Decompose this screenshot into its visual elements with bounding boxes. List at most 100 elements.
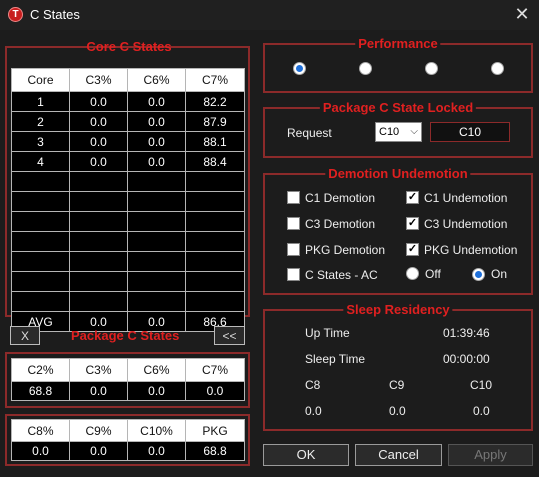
x-button[interactable]: X (10, 326, 40, 345)
value-cell: 0.0 (185, 381, 245, 401)
c10-header: C10 (470, 378, 493, 392)
c7-cell: 82.2 (185, 91, 245, 112)
window-title: C States (30, 7, 80, 22)
c3-cell: 0.0 (69, 91, 128, 112)
apply-button[interactable]: Apply (448, 444, 533, 466)
c3-undemotion-label: C3 Undemotion (424, 217, 508, 231)
c9-value: 0.0 (389, 404, 406, 418)
package-c-states-title: Package C States (71, 328, 180, 343)
c10-value: 0.0 (473, 404, 490, 418)
package-c-state-locked-title: Package C State Locked (319, 101, 477, 115)
performance-radio-4[interactable] (491, 62, 504, 75)
c8-value: 0.0 (305, 404, 322, 418)
pkg-undemotion-checkbox[interactable]: ✓ (406, 243, 419, 256)
c1-demotion-checkbox[interactable] (287, 191, 300, 204)
value-cell: 0.0 (69, 441, 128, 461)
c6-cell: 0.0 (127, 131, 186, 152)
c3-demotion-checkbox[interactable] (287, 217, 300, 230)
value-cell: 0.0 (127, 441, 186, 461)
c3-undemotion-checkbox[interactable]: ✓ (406, 217, 419, 230)
package-table-2: C8% C9% C10% PKG 0.0 0.0 0.0 68.8 (11, 419, 245, 461)
table-row: 3 0.0 0.0 88.1 (11, 131, 245, 152)
c7-cell: 88.1 (185, 131, 245, 152)
c3-cell: 0.0 (69, 131, 128, 152)
value-cell: 68.8 (11, 381, 70, 401)
up-time-label: Up Time (305, 326, 350, 340)
value-cell: 0.0 (127, 381, 186, 401)
table-row: 2 0.0 0.0 87.9 (11, 111, 245, 132)
pkg-demotion-checkbox[interactable] (287, 243, 300, 256)
ok-button[interactable]: OK (263, 444, 349, 466)
table-row: 68.8 0.0 0.0 0.0 (11, 381, 245, 401)
core-id-cell: 4 (11, 151, 70, 172)
empty-row (11, 211, 245, 232)
c7-cell: 88.4 (185, 151, 245, 172)
column-header: C6% (127, 358, 186, 382)
performance-title: Performance (355, 37, 441, 51)
core-id-cell: 1 (11, 91, 70, 112)
pkg-undemotion-label: PKG Undemotion (424, 243, 518, 257)
c9-header: C9 (389, 378, 405, 392)
c6-cell: 0.0 (127, 151, 186, 172)
ac-on-label: On (491, 267, 508, 281)
column-header: Core (11, 68, 70, 92)
column-header: C9% (69, 419, 128, 442)
table-row: 1 0.0 0.0 82.2 (11, 91, 245, 112)
c1-undemotion-label: C1 Undemotion (424, 191, 508, 205)
locked-state-value: C10 (430, 122, 510, 142)
empty-row (11, 251, 245, 272)
c-states-ac-label: C States - AC (305, 268, 378, 282)
sleep-residency-title: Sleep Residency (343, 303, 453, 317)
close-icon[interactable]: ✕ (511, 3, 533, 25)
empty-row (11, 231, 245, 252)
request-select-value: C10 (379, 126, 400, 138)
title-bar: T C States ✕ (0, 0, 539, 30)
c6-cell: 0.0 (127, 111, 186, 132)
c3-cell: 0.0 (69, 151, 128, 172)
ac-on-radio[interactable] (472, 268, 485, 281)
performance-radio-2[interactable] (359, 62, 372, 75)
core-c-states-title: Core C States (86, 39, 172, 54)
table-row: 0.0 0.0 0.0 68.8 (11, 441, 245, 461)
column-header: C8% (11, 419, 70, 442)
c7-cell: 87.9 (185, 111, 245, 132)
core-c-states-table: Core C3% C6% C7% 1 0.0 0.0 82.2 2 0.0 0.… (11, 68, 245, 332)
empty-row (11, 191, 245, 212)
c1-undemotion-checkbox[interactable]: ✓ (406, 191, 419, 204)
c6-cell: 0.0 (127, 91, 186, 112)
table-row: 4 0.0 0.0 88.4 (11, 151, 245, 172)
ac-off-radio[interactable] (406, 267, 419, 280)
empty-row (11, 271, 245, 292)
core-id-cell: 3 (11, 131, 70, 152)
column-header: C2% (11, 358, 70, 382)
chevron-down-icon: ⌵ (410, 126, 418, 137)
empty-row (11, 291, 245, 312)
package-table-1: C2% C3% C6% C7% 68.8 0.0 0.0 0.0 (11, 358, 245, 401)
value-cell: 0.0 (69, 381, 128, 401)
ac-off-label: Off (425, 267, 441, 281)
column-header: C3% (69, 358, 128, 382)
sleep-time-value: 00:00:00 (443, 352, 490, 366)
c1-demotion-label: C1 Demotion (305, 191, 376, 205)
column-header: C7% (185, 358, 245, 382)
column-header: C10% (127, 419, 186, 442)
column-header: C7% (185, 68, 245, 92)
empty-row (11, 171, 245, 192)
c3-demotion-label: C3 Demotion (305, 217, 376, 231)
performance-radio-1[interactable] (293, 62, 306, 75)
pkg-demotion-label: PKG Demotion (305, 243, 386, 257)
c-states-ac-checkbox[interactable] (287, 268, 300, 281)
c8-header: C8 (305, 378, 321, 392)
up-time-value: 01:39:46 (443, 326, 490, 340)
performance-radio-3[interactable] (425, 62, 438, 75)
value-cell: 68.8 (185, 441, 245, 461)
request-label: Request (287, 126, 332, 140)
request-select[interactable]: C10 ⌵ (375, 122, 422, 142)
cancel-button[interactable]: Cancel (355, 444, 442, 466)
sleep-time-label: Sleep Time (305, 352, 366, 366)
app-logo-icon: T (8, 7, 23, 22)
column-header: C6% (127, 68, 186, 92)
collapse-button[interactable]: << (214, 326, 245, 345)
column-header: C3% (69, 68, 128, 92)
value-cell: 0.0 (11, 441, 70, 461)
